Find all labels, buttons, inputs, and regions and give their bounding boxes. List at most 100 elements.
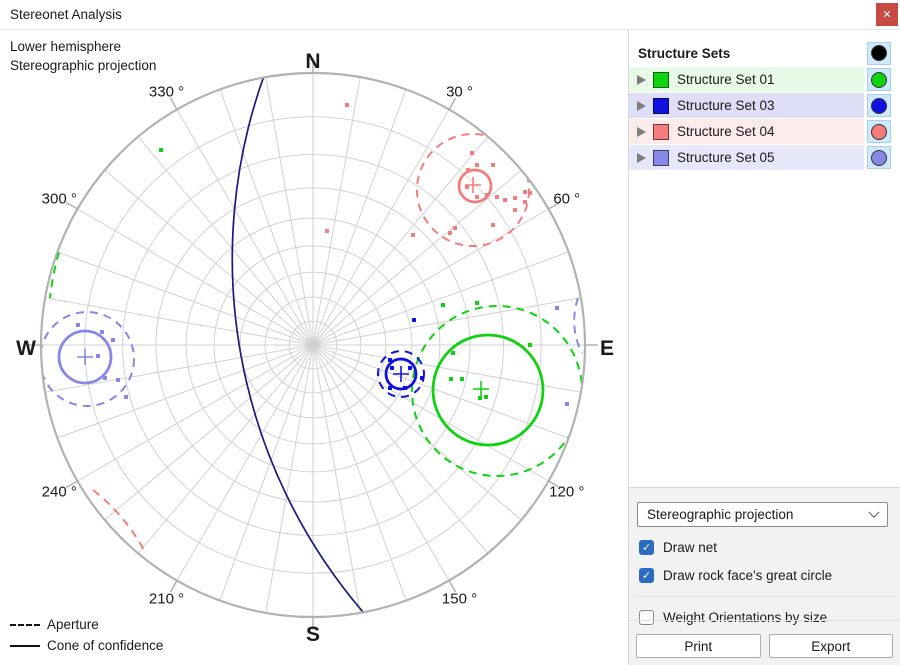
structure-set-01-cone-of-confidence-circle <box>433 335 543 445</box>
projection-select[interactable]: Stereographic projection <box>637 502 888 527</box>
structure-set-04-pole-point <box>503 198 507 202</box>
net-clipped-layer <box>40 73 585 617</box>
all-sets-color-button[interactable] <box>867 42 891 65</box>
structure-set-04-pole-point <box>466 168 470 172</box>
structure-set-03-pole-point <box>408 366 412 370</box>
set-label: Structure Set 04 <box>677 124 775 139</box>
titlebar: Stereonet Analysis ✕ <box>0 0 900 30</box>
structure-set-01-pole-point <box>460 377 464 381</box>
structure-set-05-pole-point <box>100 330 104 334</box>
expand-arrow-icon[interactable] <box>637 101 646 111</box>
legend-aperture: Aperture <box>10 614 163 635</box>
set-color-picker-button[interactable] <box>867 146 891 169</box>
structure-sets-title: Structure Sets <box>638 46 864 61</box>
projection-select-value: Stereographic projection <box>647 507 870 522</box>
expand-arrow-icon[interactable] <box>637 75 646 85</box>
controls-separator <box>633 596 896 597</box>
set-color-swatch <box>653 98 669 114</box>
structure-set-04-pole-point <box>453 226 457 230</box>
structure-set-row-main[interactable]: Structure Set 03 <box>629 93 864 118</box>
azimuth-label-60: 60 ° <box>553 191 580 208</box>
structure-set-01-pole-point <box>449 377 453 381</box>
structure-set-row-main[interactable]: Structure Set 05 <box>629 145 864 170</box>
structure-set-01-aperture-circle <box>412 306 582 476</box>
stereonet-plot: 30 °60 °120 °150 °210 °240 °300 °330 °NE… <box>0 30 628 665</box>
stereonet-analysis-window: Stereonet Analysis ✕ 30 ° 60 ° 120 ° 150 ° 2… <box>0 0 900 665</box>
structure-set-04-pole-point <box>470 151 474 155</box>
structure-set-04-pole-point <box>411 233 415 237</box>
structure-set-04-pole-point <box>523 190 527 194</box>
structure-set-05-pole-point <box>76 323 80 327</box>
net-grid <box>41 73 585 617</box>
structure-set-row-4[interactable]: Structure Set 05 <box>629 145 900 170</box>
azimuth-label-120: 120 ° <box>549 484 584 501</box>
structure-set-row-1[interactable]: Structure Set 01 <box>629 67 900 92</box>
legend-cone-label: Cone of confidence <box>47 638 163 653</box>
checkbox-row-rock-face-great-circle[interactable]: ✓ Draw rock face's great circle <box>639 568 888 583</box>
structure-set-04-pole-point <box>513 208 517 212</box>
annotation-hemisphere: Lower hemisphere <box>10 38 156 57</box>
structure-set-03-pole-point <box>388 358 392 362</box>
plot-legend: Aperture Cone of confidence <box>10 614 163 656</box>
structure-set-05-pole-point <box>96 354 100 358</box>
structure-set-05-pole-point <box>565 402 569 406</box>
legend-cone-of-confidence: Cone of confidence <box>10 635 163 656</box>
compass-label-W: W <box>16 337 36 360</box>
button-row: Print Export <box>636 634 893 658</box>
set-color-picker-button[interactable] <box>867 68 891 91</box>
structure-set-05-pole-point <box>103 376 107 380</box>
structure-set-04-pole-point <box>491 163 495 167</box>
azimuth-label-150: 150 ° <box>442 591 477 608</box>
structure-set-04-mean-cross <box>465 177 481 193</box>
expand-arrow-icon[interactable] <box>637 153 646 163</box>
set-color-picker-button[interactable] <box>867 94 891 117</box>
structure-set-04-pole-point <box>475 163 479 167</box>
structure-set-03-pole-point <box>403 386 407 390</box>
structure-sets-header: Structure Sets <box>629 40 900 66</box>
azimuth-label-210: 210 ° <box>149 591 184 608</box>
rock-face-great-circle-checkbox[interactable]: ✓ <box>639 568 654 583</box>
structure-set-04-pole-point <box>485 193 489 197</box>
export-button[interactable]: Export <box>769 634 894 658</box>
draw-net-checkbox[interactable]: ✓ <box>639 540 654 555</box>
structure-set-05-mean-cross <box>77 349 93 365</box>
controls-panel: Stereographic projection ✓ Draw net ✓ Dr… <box>629 488 900 665</box>
checkbox-row-draw-net[interactable]: ✓ Draw net <box>639 540 888 555</box>
structure-set-03-pole-point <box>420 376 424 380</box>
structure-set-01-pole-point <box>451 351 455 355</box>
set-color-circle-icon <box>871 124 887 140</box>
solid-line-sample <box>10 645 40 647</box>
close-button[interactable]: ✕ <box>876 3 898 26</box>
structure-set-row-2[interactable]: Structure Set 03 <box>629 93 900 118</box>
set-color-swatch <box>653 150 669 166</box>
structure-set-row-3[interactable]: Structure Set 04 <box>629 119 900 144</box>
structure-set-05-pole-point <box>124 395 128 399</box>
buttons-separator <box>629 620 900 621</box>
draw-net-label: Draw net <box>663 540 717 555</box>
all-sets-color-circle-icon <box>871 45 887 61</box>
structure-set-05-pole-point <box>111 338 115 342</box>
plot-annotation: Lower hemisphere Stereographic projectio… <box>10 38 156 76</box>
structure-set-row-main[interactable]: Structure Set 04 <box>629 119 864 144</box>
weight-orientations-checkbox[interactable] <box>639 610 654 625</box>
structure-set-04-pole-point <box>475 195 479 199</box>
structure-set-01-pole-point <box>441 303 445 307</box>
structure-set-row-main[interactable]: Structure Set 01 <box>629 67 864 92</box>
structure-set-04-pole-point <box>495 195 499 199</box>
set-color-circle-icon <box>871 150 887 166</box>
structure-set-05-aperture-circle <box>40 312 134 406</box>
expand-arrow-icon[interactable] <box>637 127 646 137</box>
structure-set-05-pole-point <box>555 306 559 310</box>
set-color-circle-icon <box>871 72 887 88</box>
set-label: Structure Set 03 <box>677 98 775 113</box>
print-button[interactable]: Print <box>636 634 761 658</box>
dashed-line-sample <box>10 624 40 626</box>
checkbox-row-weight-orientations[interactable]: Weight Orientations by size <box>639 610 888 625</box>
set-color-picker-button[interactable] <box>867 120 891 143</box>
structure-set-03-mean-cross <box>393 366 409 382</box>
structure-set-03-pole-point <box>388 386 392 390</box>
structure-sets-list: Structure Set 01 Structure Set 03 Structur… <box>629 67 900 170</box>
structure-sets-panel: Structure Sets Structure Set 01Structure… <box>629 30 900 488</box>
structure-set-03-pole-point <box>390 366 394 370</box>
azimuth-label-30: 30 ° <box>446 83 473 100</box>
